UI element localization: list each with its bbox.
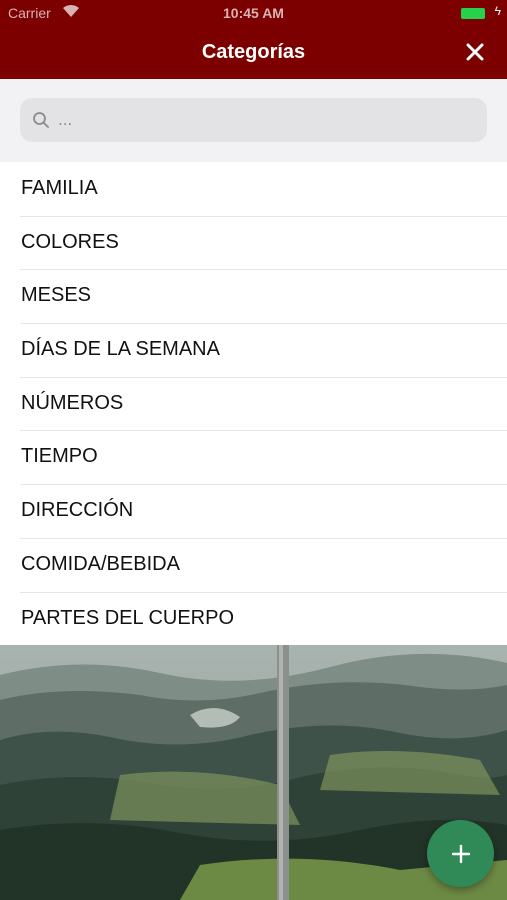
list-item-label: NÚMEROS: [21, 391, 124, 414]
add-category-button[interactable]: [427, 820, 494, 887]
list-item-comida-bebida[interactable]: COMIDA/BEBIDA: [0, 537, 507, 592]
list-item-label: PARTES DEL CUERPO: [21, 606, 235, 629]
list-item-dias-de-la-semana[interactable]: DÍAS DE LA SEMANA: [0, 323, 507, 377]
list-item-partes-del-cuerpo[interactable]: PARTES DEL CUERPO: [0, 591, 507, 646]
list-item-label: DÍAS DE LA SEMANA: [21, 338, 220, 361]
status-time: 10:45 AM: [223, 5, 284, 21]
list-item-label: TIEMPO: [21, 445, 98, 468]
charging-icon: ϟ: [494, 4, 501, 18]
status-bar: Carrier 10:45 AM ϟ: [0, 0, 507, 27]
list-item-meses[interactable]: MESES: [0, 269, 507, 323]
list-item-label: DIRECCIÓN: [21, 499, 134, 522]
list-item-tiempo[interactable]: TIEMPO: [0, 430, 507, 484]
list-item-label: COLORES: [21, 230, 119, 253]
list-item-familia[interactable]: FAMILIA: [0, 162, 507, 216]
list-item-colores[interactable]: COLORES: [0, 215, 507, 270]
page-title: Categorías: [201, 41, 306, 63]
close-icon: [466, 43, 484, 61]
list-item-numeros[interactable]: NÚMEROS: [0, 376, 507, 431]
search-field[interactable]: [20, 98, 487, 142]
search-input[interactable]: [58, 98, 478, 142]
plus-icon: [451, 844, 470, 863]
search-icon: [33, 112, 49, 128]
search-area: [0, 79, 507, 162]
list-item-label: MESES: [21, 284, 92, 307]
header: Carrier 10:45 AM ϟ Categorías: [0, 0, 507, 79]
list-item-direccion[interactable]: DIRECCIÓN: [0, 484, 507, 538]
battery-icon: [461, 8, 485, 19]
list-item-label: COMIDA/BEBIDA: [21, 552, 180, 575]
category-list: FAMILIA COLORES MESES DÍAS DE LA SEMANA …: [0, 162, 507, 645]
close-button[interactable]: [463, 40, 487, 64]
list-item-label: FAMILIA: [21, 177, 98, 199]
